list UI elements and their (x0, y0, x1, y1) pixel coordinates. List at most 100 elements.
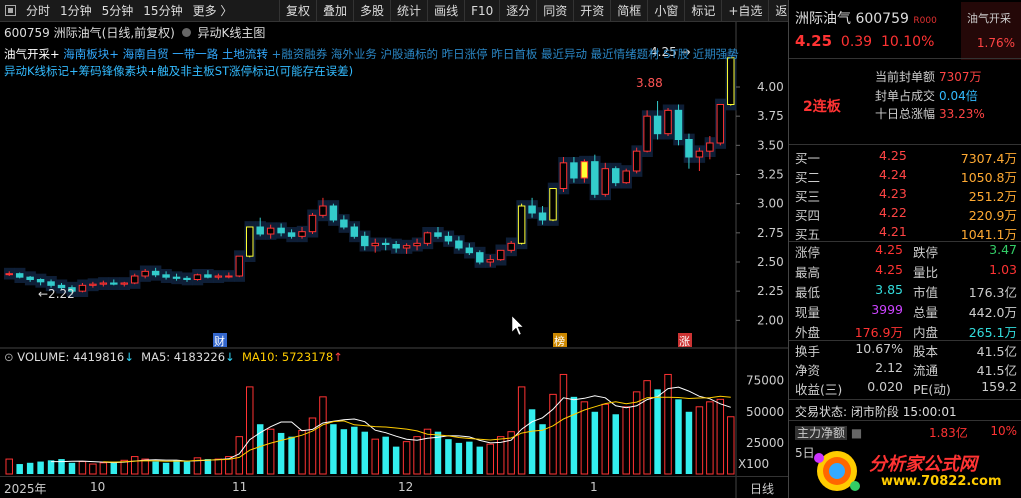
candle-body (99, 282, 108, 285)
kline-chart[interactable]: 4.25 →3.88←2.22财榜涨4.003.753.503.253.002.… (0, 22, 788, 498)
period-5min[interactable]: 5分钟 (97, 0, 139, 22)
indicator-name[interactable]: 异动K线主图 (197, 26, 265, 40)
volume-bar (455, 442, 463, 474)
volume-header: ⊙ VOLUME: 4419816↓ MA5: 4183226↓ MA10: 5… (4, 350, 343, 364)
date-tick: 2025年 (4, 482, 47, 496)
concept-tags: 油气开采+ 海南板块+ 海南自贸 一带一路 土地流转 +融资融券 海外业务 沪股… (4, 46, 739, 62)
simple-frame-button[interactable]: 简框 (610, 0, 647, 22)
adjust-button[interactable]: 复权 (279, 0, 316, 22)
period-1min[interactable]: 1分钟 (55, 0, 97, 22)
volume-bar (16, 464, 23, 474)
multi-stock-button[interactable]: 多股 (353, 0, 390, 22)
same-capital-button[interactable]: 同资 (536, 0, 573, 22)
concept-tag[interactable]: 土地流转 (222, 47, 268, 61)
volume-bar (675, 399, 682, 474)
stats-button[interactable]: 统计 (390, 0, 427, 22)
candle-body (465, 247, 474, 254)
candle-body (444, 235, 453, 242)
draw-line-button[interactable]: 画线 (427, 0, 464, 22)
concept-tag[interactable]: 油气开采+ (4, 47, 60, 61)
volume-bar (612, 414, 619, 474)
quote-label: 量比 (913, 265, 939, 280)
quote-panel: 洲际油气 600759 R000 油气开采 1.76% 4.25 0.39 10… (788, 0, 1021, 498)
candle-body (517, 205, 526, 244)
stock-name: 洲际油气 (795, 11, 851, 27)
quote-row: 现量 3999 总量 442.0万 (789, 302, 1021, 323)
candle-body (538, 212, 547, 221)
period-15min[interactable]: 15分钟 (138, 0, 187, 22)
window-icon[interactable] (5, 5, 16, 16)
tick-button[interactable]: 逐分 (499, 0, 536, 22)
candle-body (392, 244, 400, 249)
volume-tick-label: 75000 (746, 374, 784, 388)
candle-body (151, 270, 160, 276)
candle-body (622, 170, 630, 184)
main-flow: 主力净额 ■ 1.83亿 10% (795, 424, 1017, 440)
candle-body (329, 205, 338, 221)
indicator-toggle-icon[interactable] (181, 28, 191, 37)
candle-body (183, 277, 191, 281)
price-change-pct: 10.10% (881, 34, 935, 50)
volume-bar (26, 462, 34, 474)
ma5-label: MA5: (141, 350, 171, 364)
quote-value: 4.25 (875, 242, 903, 257)
volume-bar (371, 438, 379, 475)
candle-body (580, 161, 589, 179)
kline-chart-area[interactable]: 4.25 → 3.88 ←2.22 财榜涨 4.00 3.75 3.50 3.25 3.00 2.… (0, 22, 788, 498)
indicator-description: 异动K线标记+筹码锋像素块+触及非主板ST涨停标记(可能存在误差) (4, 64, 354, 78)
small-window-button[interactable]: 小窗 (647, 0, 684, 22)
candle-body (89, 283, 97, 286)
candle-body (685, 139, 693, 158)
volume-bar (559, 373, 568, 475)
concept-tag[interactable]: 一带一路 (172, 47, 222, 61)
candle-body (162, 274, 170, 278)
orderbook-volume: 7307.4万 (960, 151, 1017, 166)
period-intraday[interactable]: 分时 (21, 0, 55, 22)
mark-button[interactable]: 标记 (684, 0, 721, 22)
volume-tick-label: 25000 (746, 436, 784, 450)
volume-bar (173, 460, 180, 474)
candle-body (225, 275, 233, 278)
candle-body (528, 205, 536, 214)
volume-bar (434, 431, 442, 474)
orderbook-row: 买一 4.25 7307.4万 (795, 148, 1017, 167)
concept-tag[interactable]: 海南板块+ (63, 47, 119, 61)
candle-body (674, 109, 683, 141)
volume-bar (539, 424, 546, 474)
candle-body (496, 249, 505, 261)
volume-bar (466, 441, 473, 474)
volume-bar (340, 429, 348, 474)
sector-tag[interactable]: 油气开采 1.76% (961, 2, 1021, 60)
period-unit: 日线 (750, 482, 775, 496)
f10-button[interactable]: F10 (464, 0, 499, 22)
quote-label: 涨停 (795, 245, 821, 260)
watermark-logo: 5日 分析家公式网 www.70822.com (789, 444, 1021, 498)
candle-body (246, 226, 254, 257)
quote-row: 换手 10.67% 股本 41.5亿 (789, 341, 1021, 362)
candle-body (319, 205, 327, 216)
quote-label: 内盘 (913, 325, 939, 340)
price-change: 0.39 (840, 34, 873, 50)
candle-body (308, 214, 317, 233)
orderbook-label: 买一 (795, 151, 821, 166)
quote-label: 最低 (795, 285, 821, 300)
candle-body (559, 162, 568, 189)
overlay-button[interactable]: 叠加 (316, 0, 353, 22)
concept-tag[interactable]: 海南自贸 (123, 47, 173, 61)
ma10-label: MA10: (241, 350, 279, 364)
volume-bar (319, 396, 327, 475)
candle-body (214, 275, 223, 278)
open-capital-button[interactable]: 开资 (573, 0, 610, 22)
quote-label: 流通 (913, 363, 939, 378)
period-more[interactable]: 更多 〉 (188, 0, 238, 22)
volume-bar (706, 401, 714, 475)
volume-bar (266, 428, 275, 475)
add-watchlist-button[interactable]: +自选 (721, 0, 768, 22)
quote-row: 最高 4.25 量比 1.03 (789, 262, 1021, 283)
volume-bar (162, 462, 170, 474)
candle-body (130, 275, 139, 284)
volume-bar (110, 461, 118, 474)
concept-tag[interactable]: +融资融券 海外业务 沪股通标的 昨日涨停 昨日首板 最近异动 最近情绪题材 S… (272, 47, 739, 61)
seal-amount: 当前封单额 7307万 (875, 70, 982, 84)
date-tick: 10 (90, 480, 106, 494)
